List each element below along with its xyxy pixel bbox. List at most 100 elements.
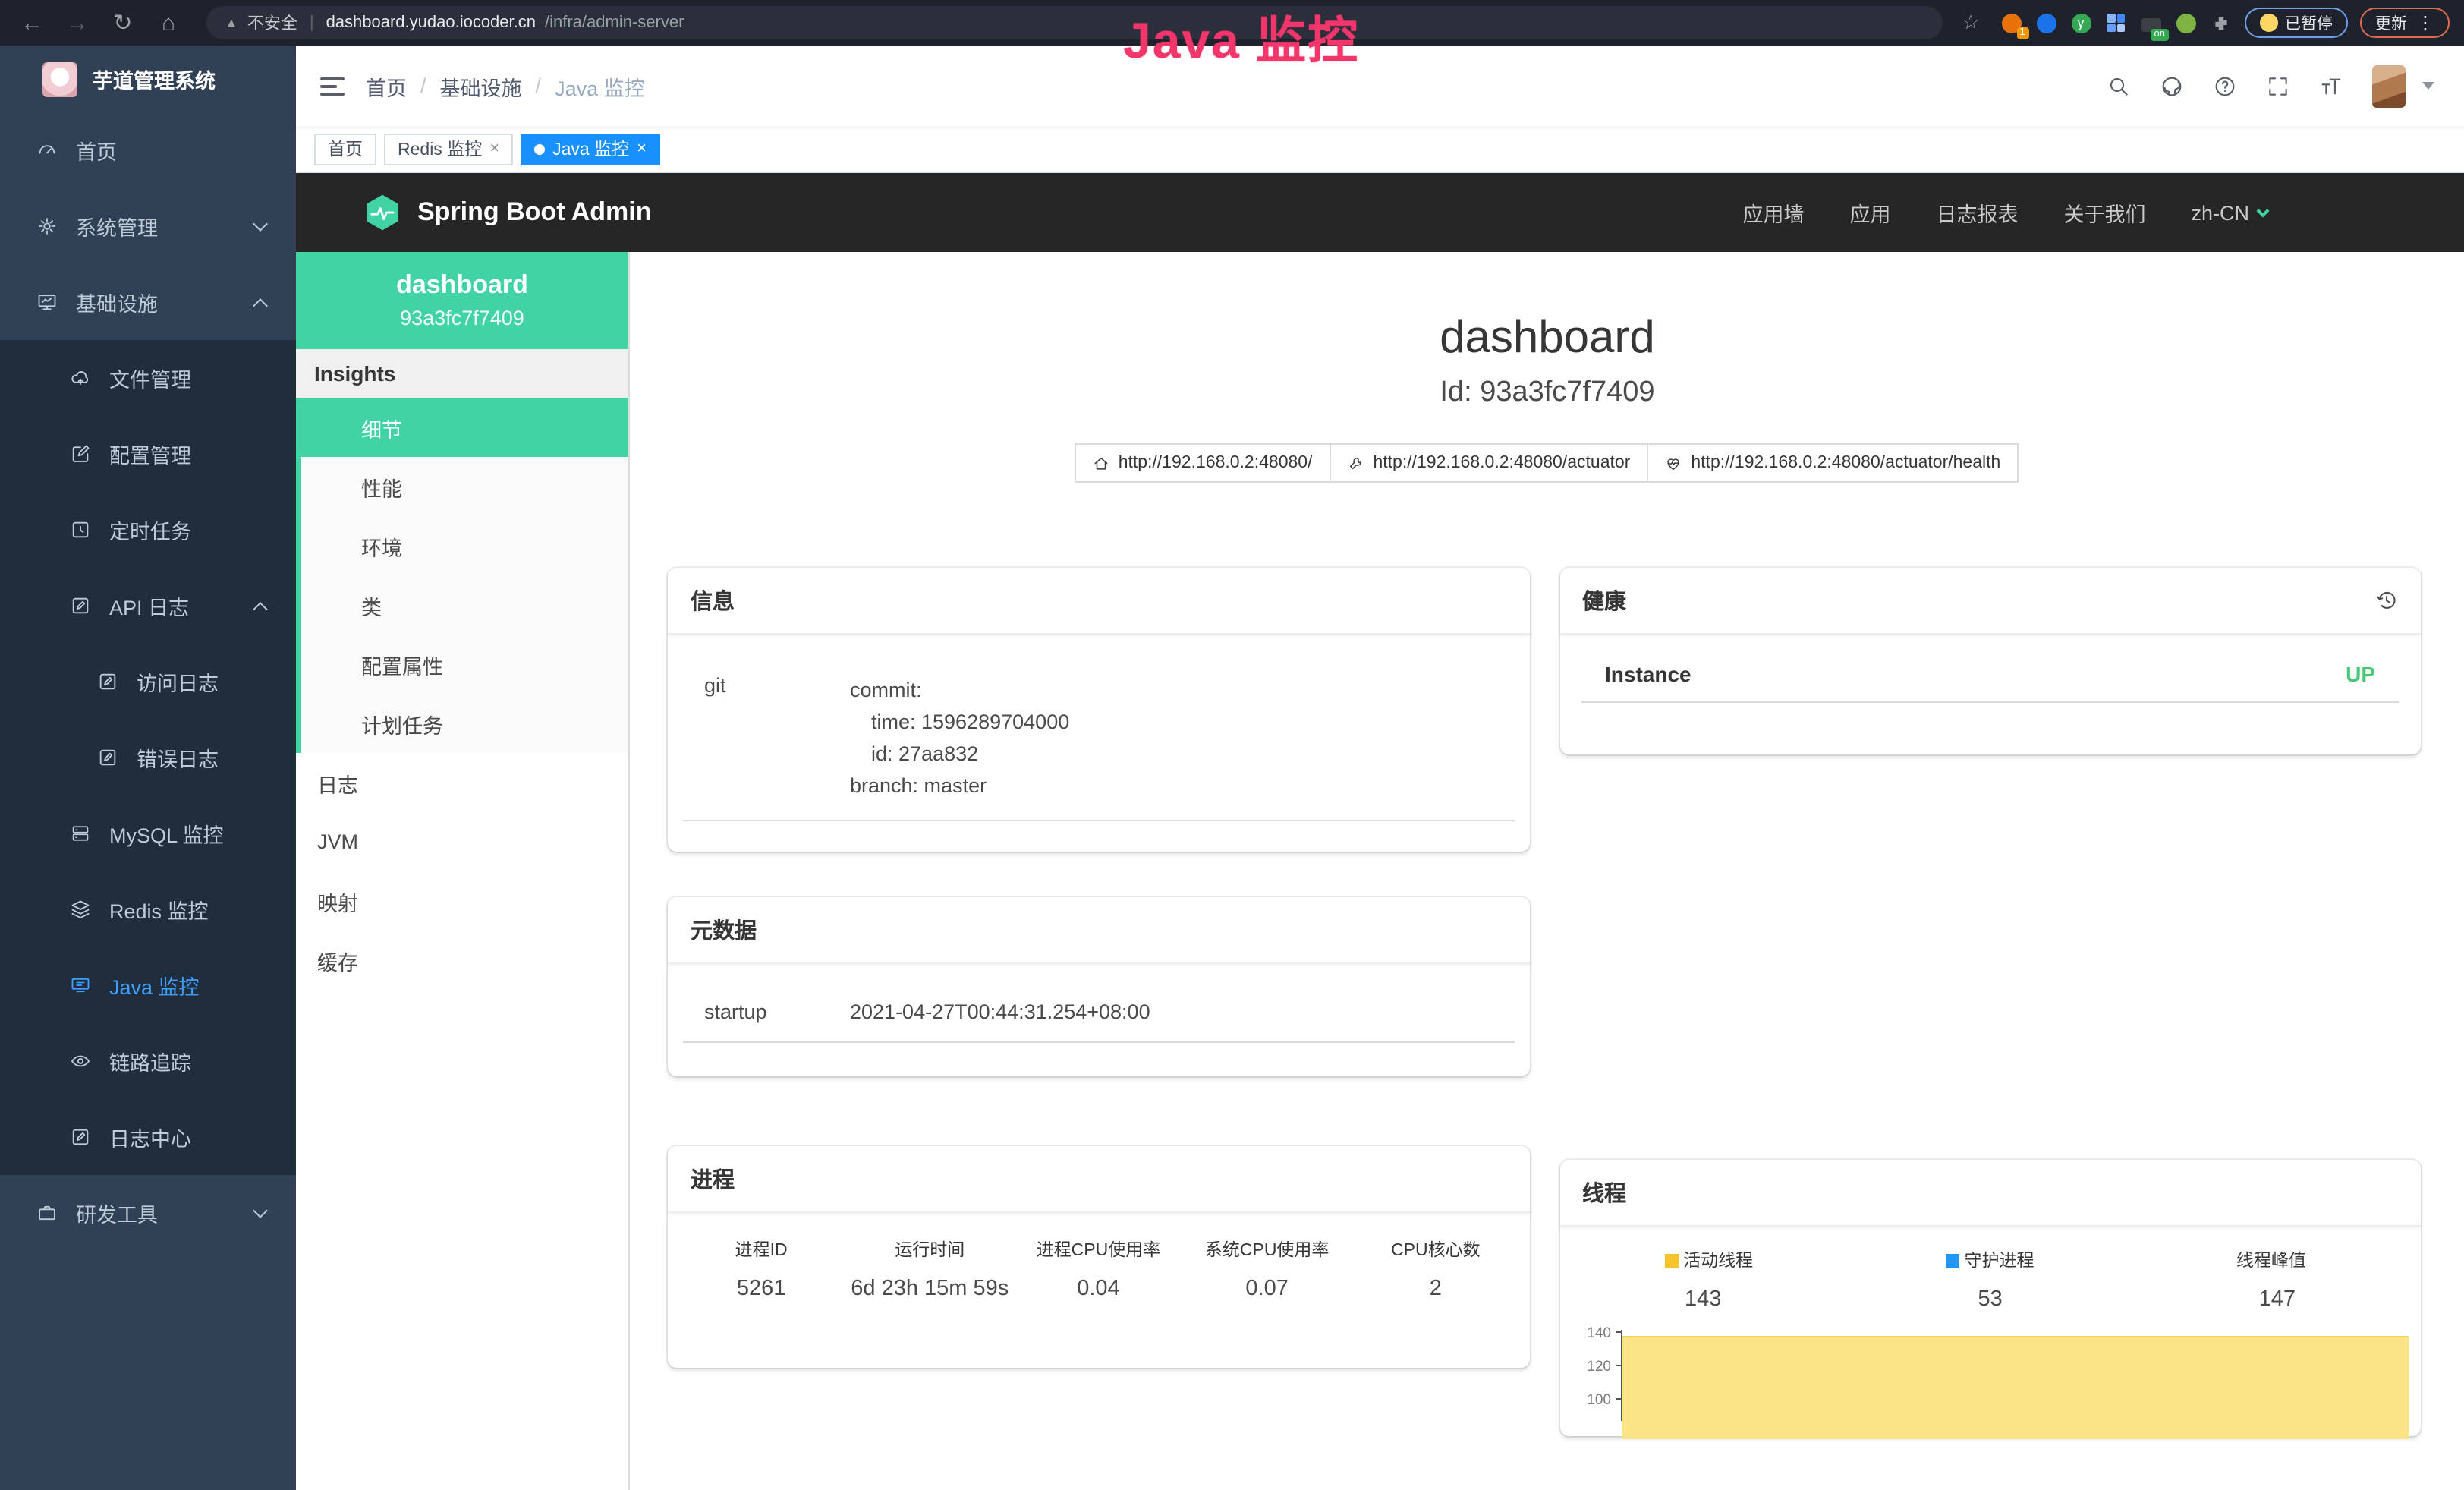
sba-language-select[interactable]: zh-CN: [2191, 201, 2277, 224]
extension-orange-icon[interactable]: 1: [2000, 11, 2022, 34]
sba-nav-journal[interactable]: 日志报表: [1936, 197, 2018, 228]
sidebar-item-java-monitor[interactable]: Java 监控: [0, 947, 296, 1023]
sba-item-jvm[interactable]: JVM: [296, 812, 628, 871]
close-icon[interactable]: ×: [637, 140, 647, 158]
browser-forward-icon[interactable]: →: [61, 10, 94, 36]
browser-home-icon[interactable]: ⌂: [152, 10, 185, 36]
sidebar-item-scheduled-jobs[interactable]: 定时任务: [0, 492, 296, 568]
extensions-puzzle-icon[interactable]: [2209, 11, 2232, 34]
page-subtitle: Id: 93a3fc7f7409: [630, 376, 2464, 410]
browser-reload-icon[interactable]: ↻: [106, 9, 140, 36]
chevron-down-icon[interactable]: [2422, 82, 2434, 90]
sba-main-content: dashboard Id: 93a3fc7f7409 http://192.16…: [630, 252, 2464, 1490]
breadcrumb-infrastructure[interactable]: 基础设施: [440, 71, 522, 101]
health-url-button[interactable]: http://192.168.0.2:48080/actuator/health: [1647, 443, 2019, 483]
health-card-title: 健康: [1559, 568, 2421, 635]
font-size-icon[interactable]: [2319, 74, 2343, 98]
legend-active-threads: 活动线程: [1569, 1248, 1849, 1272]
sidebar-item-config-management[interactable]: 配置管理: [0, 416, 296, 492]
sba-item-metrics[interactable]: 性能: [301, 457, 628, 516]
extension-y-icon[interactable]: y: [2069, 11, 2092, 34]
sba-brand[interactable]: Spring Boot Admin: [363, 193, 652, 232]
monitor-icon: [36, 291, 58, 313]
annotation-java-monitor: Java 监控: [1123, 0, 1359, 73]
sba-nav-wallboard[interactable]: 应用墙: [1742, 197, 1804, 228]
sidebar-item-dev-tools[interactable]: 研发工具: [0, 1175, 296, 1251]
hamburger-icon[interactable]: [320, 77, 345, 95]
sidebar-item-redis-monitor[interactable]: Redis 监控: [0, 871, 296, 947]
sba-item-environment[interactable]: 环境: [301, 516, 628, 575]
search-icon[interactable]: [2107, 74, 2131, 98]
active-threads-swatch-icon: [1665, 1254, 1679, 1268]
bookmark-star-icon[interactable]: ☆: [1954, 11, 1987, 35]
sba-instance-header[interactable]: dashboard 93a3fc7f7409: [296, 252, 628, 349]
app-title: 芋道管理系统: [93, 64, 216, 94]
extension-list-icon[interactable]: on: [2139, 11, 2162, 34]
extension-leaf-icon[interactable]: [2174, 11, 2197, 34]
address-bar[interactable]: ▲ 不安全 | dashboard.yudao.iocoder.cn/infra…: [206, 6, 1942, 39]
extension-row: ☆ 1 y on: [1954, 8, 2450, 38]
database-icon: [70, 823, 91, 844]
url-domain: dashboard.yudao.iocoder.cn: [326, 14, 536, 32]
help-icon[interactable]: [2213, 74, 2237, 98]
extension-grid-icon[interactable]: [2104, 11, 2127, 34]
sidebar-item-api-logs[interactable]: API 日志: [0, 568, 296, 644]
sidebar-item-home[interactable]: 首页: [0, 112, 296, 188]
sba-item-mappings[interactable]: 映射: [296, 871, 628, 931]
sidebar-item-system[interactable]: 系统管理: [0, 188, 296, 264]
chrome-update-button[interactable]: 更新 ⋮: [2360, 8, 2450, 38]
not-secure-label[interactable]: 不安全: [247, 11, 297, 35]
sba-item-scheduled-tasks[interactable]: 计划任务: [301, 694, 628, 753]
threads-chart: 140 120 100: [1575, 1330, 2415, 1421]
sba-item-config-props[interactable]: 配置属性: [301, 635, 628, 694]
close-icon[interactable]: ×: [489, 140, 499, 158]
log-pen-icon: [70, 595, 91, 616]
sidebar-item-error-logs[interactable]: 错误日志: [0, 720, 296, 795]
sidebar-item-infrastructure[interactable]: 基础设施: [0, 264, 296, 340]
extension-pin-icon[interactable]: [2034, 11, 2057, 34]
sba-item-classes[interactable]: 类: [301, 575, 628, 635]
breadcrumb-home[interactable]: 首页: [366, 71, 407, 101]
tab-home[interactable]: 首页: [314, 133, 376, 165]
actuator-url-button[interactable]: http://192.168.0.2:48080/actuator: [1329, 443, 1648, 483]
browser-back-icon[interactable]: ←: [15, 10, 49, 36]
sba-item-caches[interactable]: 缓存: [296, 931, 628, 990]
github-icon[interactable]: [2160, 74, 2184, 98]
threads-values: 143 53 147: [1559, 1287, 2421, 1312]
sidebar-item-mysql-monitor[interactable]: MySQL 监控: [0, 795, 296, 871]
breadcrumb-separator: /: [420, 74, 426, 97]
sba-nav-about[interactable]: 关于我们: [2063, 197, 2145, 228]
tab-java-monitor[interactable]: Java 监控 ×: [521, 133, 660, 165]
app-logo-row[interactable]: 芋道管理系统: [0, 46, 296, 112]
sidebar-item-access-logs[interactable]: 访问日志: [0, 644, 296, 720]
history-icon[interactable]: [2375, 589, 2398, 612]
process-col-cores: CPU核心数: [1352, 1237, 1520, 1262]
sidebar-item-tracing[interactable]: 链路追踪: [0, 1023, 296, 1099]
breadcrumb-current: Java 监控: [555, 71, 645, 101]
sba-item-logs[interactable]: 日志: [296, 753, 628, 812]
browser-menu-icon[interactable]: ⋮: [2416, 12, 2434, 33]
process-pid-value: 5261: [677, 1277, 845, 1301]
process-col-proc-cpu: 进程CPU使用率: [1014, 1237, 1182, 1262]
sba-navbar: Spring Boot Admin 应用墙 应用 日志报表 关于我们 zh-CN: [296, 173, 2464, 252]
tab-redis-monitor[interactable]: Redis 监控 ×: [384, 133, 513, 165]
user-avatar[interactable]: [2372, 65, 2406, 107]
fullscreen-icon[interactable]: [2266, 74, 2290, 98]
process-col-pid: 进程ID: [677, 1237, 845, 1262]
sba-instance-id: 93a3fc7f7409: [296, 307, 628, 329]
sidebar-item-log-center[interactable]: 日志中心: [0, 1099, 296, 1175]
health-instance-row[interactable]: Instance UP: [1581, 635, 2399, 703]
sidebar-item-file-management[interactable]: 文件管理: [0, 340, 296, 416]
service-url-button[interactable]: http://192.168.0.2:48080/: [1075, 443, 1331, 483]
metadata-card-title: 元数据: [668, 897, 1529, 964]
sba-nav-applications[interactable]: 应用: [1849, 197, 1890, 228]
gear-icon: [36, 216, 58, 237]
omnibox-divider: |: [310, 14, 314, 32]
status-badge: UP: [2346, 662, 2375, 686]
sba-item-details[interactable]: 细节: [301, 398, 628, 457]
profile-paused-chip[interactable]: 已暂停: [2244, 8, 2348, 38]
gauge-icon: [36, 140, 58, 161]
update-label: 更新: [2375, 11, 2407, 34]
threads-chart-plot: [1620, 1330, 2415, 1421]
sba-insights-group: 细节 性能 环境 类 配置属性 计划任务: [296, 398, 628, 753]
